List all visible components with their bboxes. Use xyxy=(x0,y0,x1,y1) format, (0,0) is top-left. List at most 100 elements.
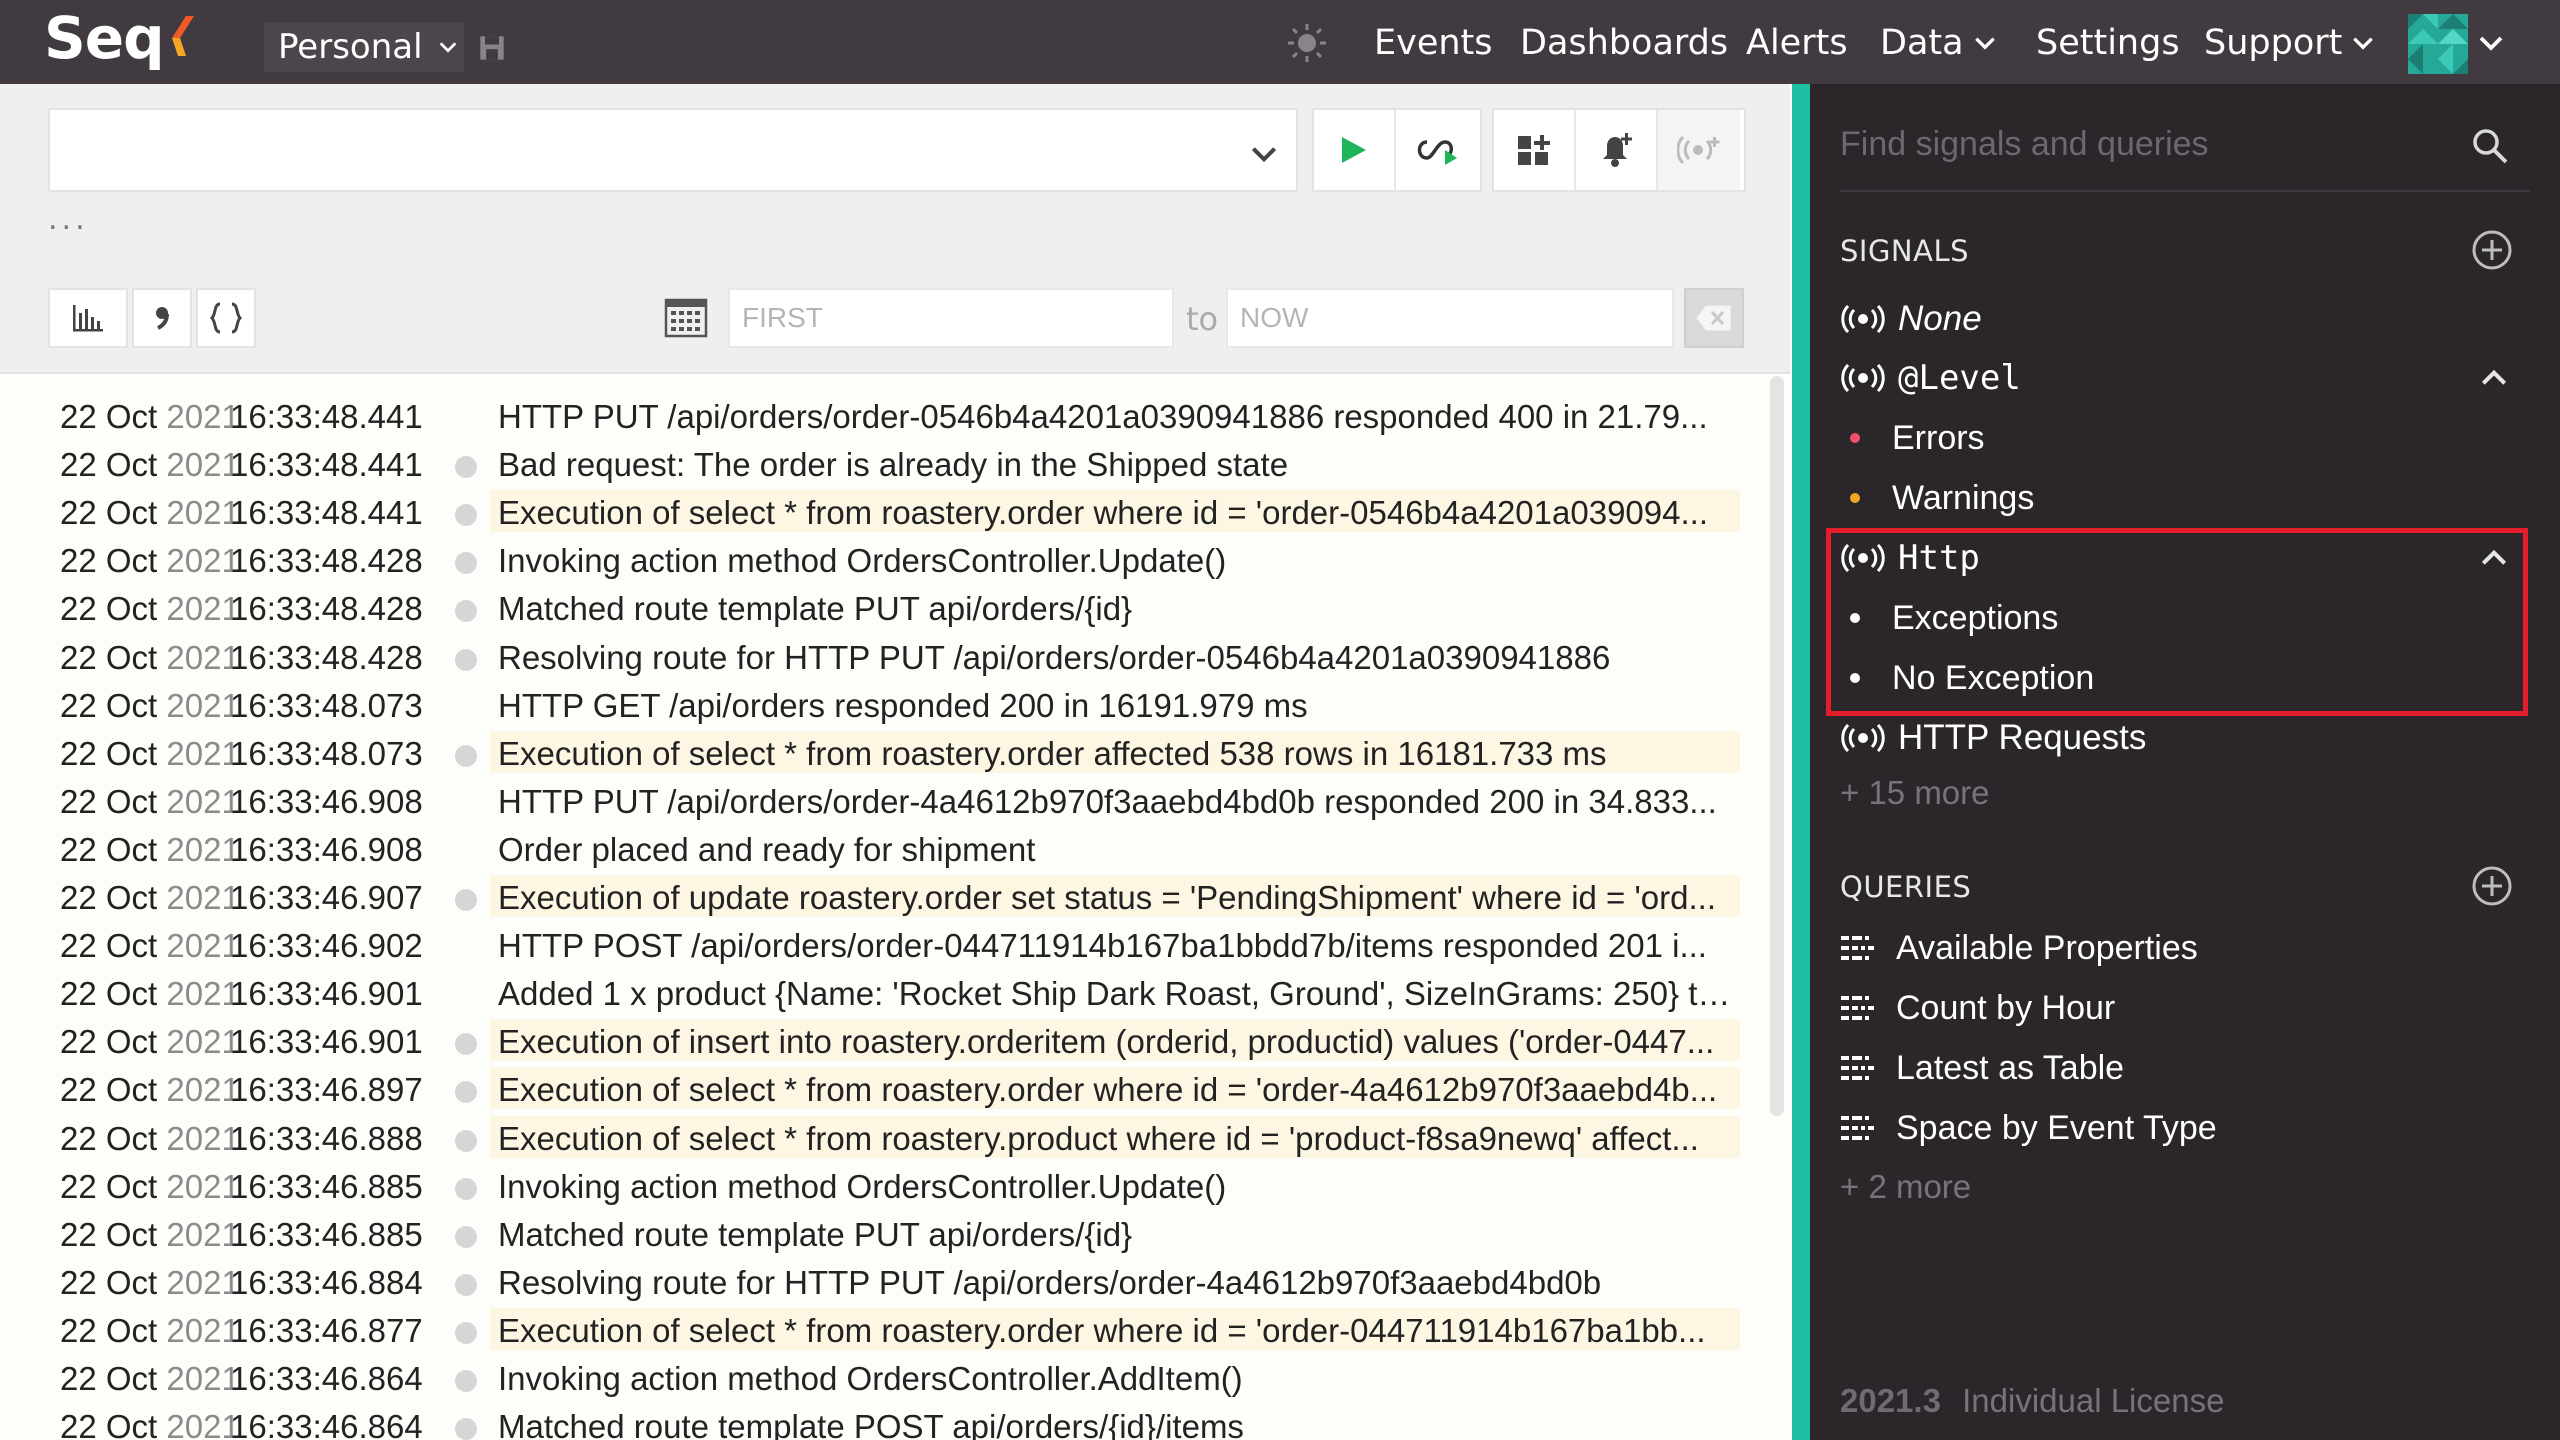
date-to-input[interactable] xyxy=(1226,288,1674,348)
search-icon[interactable] xyxy=(2470,126,2510,166)
query-more-ellipsis[interactable]: ... xyxy=(48,202,89,237)
signal-http-requests[interactable]: HTTP Requests xyxy=(1840,714,2146,762)
event-row[interactable]: 22 Oct 2021 16:33:46.885 Invoking action m… xyxy=(0,1160,1760,1208)
query-list-icon xyxy=(1841,1056,1874,1080)
event-row[interactable]: 22 Oct 2021 16:33:46.884 Resolving route f… xyxy=(0,1256,1760,1304)
nav-support[interactable]: Support xyxy=(2204,18,2376,68)
chevron-down-icon xyxy=(1974,37,1995,50)
event-time: 16:33:46.901 xyxy=(230,1023,423,1061)
event-row[interactable]: 22 Oct 2021 16:33:46.864 Invoking action m… xyxy=(0,1352,1760,1400)
backspace-icon xyxy=(1696,305,1731,331)
add-signal-icon[interactable] xyxy=(2470,228,2514,272)
event-date: 22 Oct 2021 xyxy=(60,590,240,628)
calendar-icon[interactable] xyxy=(664,296,708,340)
license-label: Individual License xyxy=(1962,1382,2225,1419)
workspace-selector[interactable]: Personal xyxy=(264,22,464,72)
event-level-dot-icon xyxy=(455,1177,477,1200)
event-row[interactable]: 22 Oct 2021 16:33:46.897 Execution of sele… xyxy=(0,1063,1760,1111)
signal-group-level[interactable]: @Level xyxy=(1840,354,2021,402)
queries-more-link[interactable]: + 2 more xyxy=(1840,1168,1971,1206)
event-date: 22 Oct 2021 xyxy=(60,638,240,676)
event-message: Order placed and ready for shipment xyxy=(498,830,1036,868)
nav-data[interactable]: Data xyxy=(1880,18,1998,68)
histogram-view-button[interactable] xyxy=(48,288,128,348)
event-message: Resolving route for HTTP PUT /api/orders… xyxy=(498,1263,1602,1301)
event-time: 16:33:48.441 xyxy=(230,446,423,484)
user-avatar[interactable] xyxy=(2408,14,2468,74)
event-level-dot-icon xyxy=(455,1129,477,1152)
event-date: 22 Oct 2021 xyxy=(60,686,240,724)
nav-events[interactable]: Events xyxy=(1374,18,1493,68)
event-message: HTTP GET /api/orders responded 200 in 16… xyxy=(498,686,1308,724)
date-from-input[interactable] xyxy=(728,288,1174,348)
save-icon[interactable] xyxy=(478,34,506,62)
event-row[interactable]: 22 Oct 2021 16:33:48.441 HTTP PUT /api/ord… xyxy=(0,390,1760,438)
event-row[interactable]: 22 Oct 2021 16:33:48.073 HTTP GET /api/ord… xyxy=(0,679,1760,727)
event-list-scrollbar[interactable] xyxy=(1770,376,1784,1116)
event-time: 16:33:46.864 xyxy=(230,1360,423,1397)
event-row[interactable]: 22 Oct 2021 16:33:46.877 Execution of sele… xyxy=(0,1304,1760,1352)
save-as-signal-button[interactable] xyxy=(1658,110,1740,190)
signal-warnings[interactable]: Warnings xyxy=(1850,474,2034,522)
chevron-up-icon[interactable] xyxy=(2478,362,2510,394)
event-row[interactable]: 22 Oct 2021 16:33:48.428 Matched route tem… xyxy=(0,582,1760,630)
event-row[interactable]: 22 Oct 2021 16:33:46.907 Execution of upda… xyxy=(0,871,1760,919)
query-input[interactable] xyxy=(48,108,1298,192)
loop-play-icon xyxy=(1417,140,1457,165)
event-time: 16:33:46.897 xyxy=(230,1071,423,1109)
event-row[interactable]: 22 Oct 2021 16:33:46.908 HTTP PUT /api/ord… xyxy=(0,775,1760,823)
event-row[interactable]: 22 Oct 2021 16:33:46.901 Added 1 x product… xyxy=(0,967,1760,1015)
event-row[interactable]: 22 Oct 2021 16:33:46.888 Execution of sele… xyxy=(0,1112,1760,1160)
add-alert-button[interactable] xyxy=(1576,110,1658,190)
signal-icon xyxy=(1841,724,1885,752)
signal-none[interactable]: None xyxy=(1840,295,1982,343)
find-signals-input[interactable] xyxy=(1840,114,2480,174)
event-row[interactable]: 22 Oct 2021 16:33:46.902 HTTP POST /api/or… xyxy=(0,919,1760,967)
event-level-dot-icon xyxy=(455,1321,477,1344)
nav-dashboards[interactable]: Dashboards xyxy=(1520,18,1728,68)
event-row[interactable]: 22 Oct 2021 16:33:48.073 Execution of sele… xyxy=(0,727,1760,775)
signal-add-icon xyxy=(1677,135,1720,165)
query-item-label: Space by Event Type xyxy=(1896,1108,2217,1147)
nav-alerts[interactable]: Alerts xyxy=(1746,18,1848,68)
sidebar-accent-bar xyxy=(1792,84,1810,1440)
event-row[interactable]: 22 Oct 2021 16:33:46.885 Matched route tem… xyxy=(0,1208,1760,1256)
event-message: Execution of select * from roastery.prod… xyxy=(490,1115,1740,1158)
run-query-button[interactable] xyxy=(1314,110,1396,190)
refresh-tail-button[interactable] xyxy=(1396,110,1478,190)
add-query-icon[interactable] xyxy=(2470,864,2514,908)
signal-errors[interactable]: Errors xyxy=(1850,414,1985,462)
nav-settings[interactable]: Settings xyxy=(2036,18,2180,68)
event-message: Added 1 x product {Name: 'Rocket Ship Da… xyxy=(498,975,1740,1013)
bar-chart-icon xyxy=(73,305,103,332)
event-level-dot-icon xyxy=(455,1225,477,1248)
signals-more-link[interactable]: + 15 more xyxy=(1840,774,1990,812)
event-row[interactable]: 22 Oct 2021 16:33:46.908 Order placed and … xyxy=(0,823,1760,871)
event-message: Execution of select * from roastery.orde… xyxy=(490,730,1740,773)
chevron-down-icon[interactable] xyxy=(2476,28,2506,58)
clear-date-range-button[interactable] xyxy=(1684,288,1744,348)
event-row[interactable]: 22 Oct 2021 16:33:48.441 Bad request: The … xyxy=(0,438,1760,486)
query-item[interactable]: Count by Hour xyxy=(1840,984,2115,1032)
query-item[interactable]: Available Properties xyxy=(1840,924,2198,972)
query-history-chevron-icon[interactable] xyxy=(1248,138,1280,170)
search-separator xyxy=(1840,190,2530,192)
seq-logo[interactable]: Seq xyxy=(44,4,165,72)
event-date: 22 Oct 2021 xyxy=(60,927,240,965)
event-message: Execution of select * from roastery.orde… xyxy=(490,1307,1740,1350)
event-row[interactable]: 22 Oct 2021 16:33:48.428 Resolving route f… xyxy=(0,631,1760,679)
json-view-button[interactable] xyxy=(196,288,256,348)
theme-toggle-icon[interactable] xyxy=(1286,22,1328,64)
event-date: 22 Oct 2021 xyxy=(60,494,240,532)
event-row[interactable]: 22 Oct 2021 16:33:46.901 Execution of inse… xyxy=(0,1015,1760,1063)
query-item[interactable]: Space by Event Type xyxy=(1840,1104,2217,1152)
event-date: 22 Oct 2021 xyxy=(60,1215,240,1253)
message-view-button[interactable] xyxy=(132,288,192,348)
event-row[interactable]: 22 Oct 2021 16:33:48.441 Execution of sele… xyxy=(0,486,1760,534)
add-to-dashboard-button[interactable] xyxy=(1494,110,1576,190)
event-row[interactable]: 22 Oct 2021 16:33:46.864 Matched route tem… xyxy=(0,1400,1760,1440)
event-row[interactable]: 22 Oct 2021 16:33:48.428 Invoking action m… xyxy=(0,534,1760,582)
event-date: 22 Oct 2021 xyxy=(60,446,240,484)
query-item[interactable]: Latest as Table xyxy=(1840,1044,2124,1092)
event-level-dot-icon xyxy=(455,1370,477,1392)
